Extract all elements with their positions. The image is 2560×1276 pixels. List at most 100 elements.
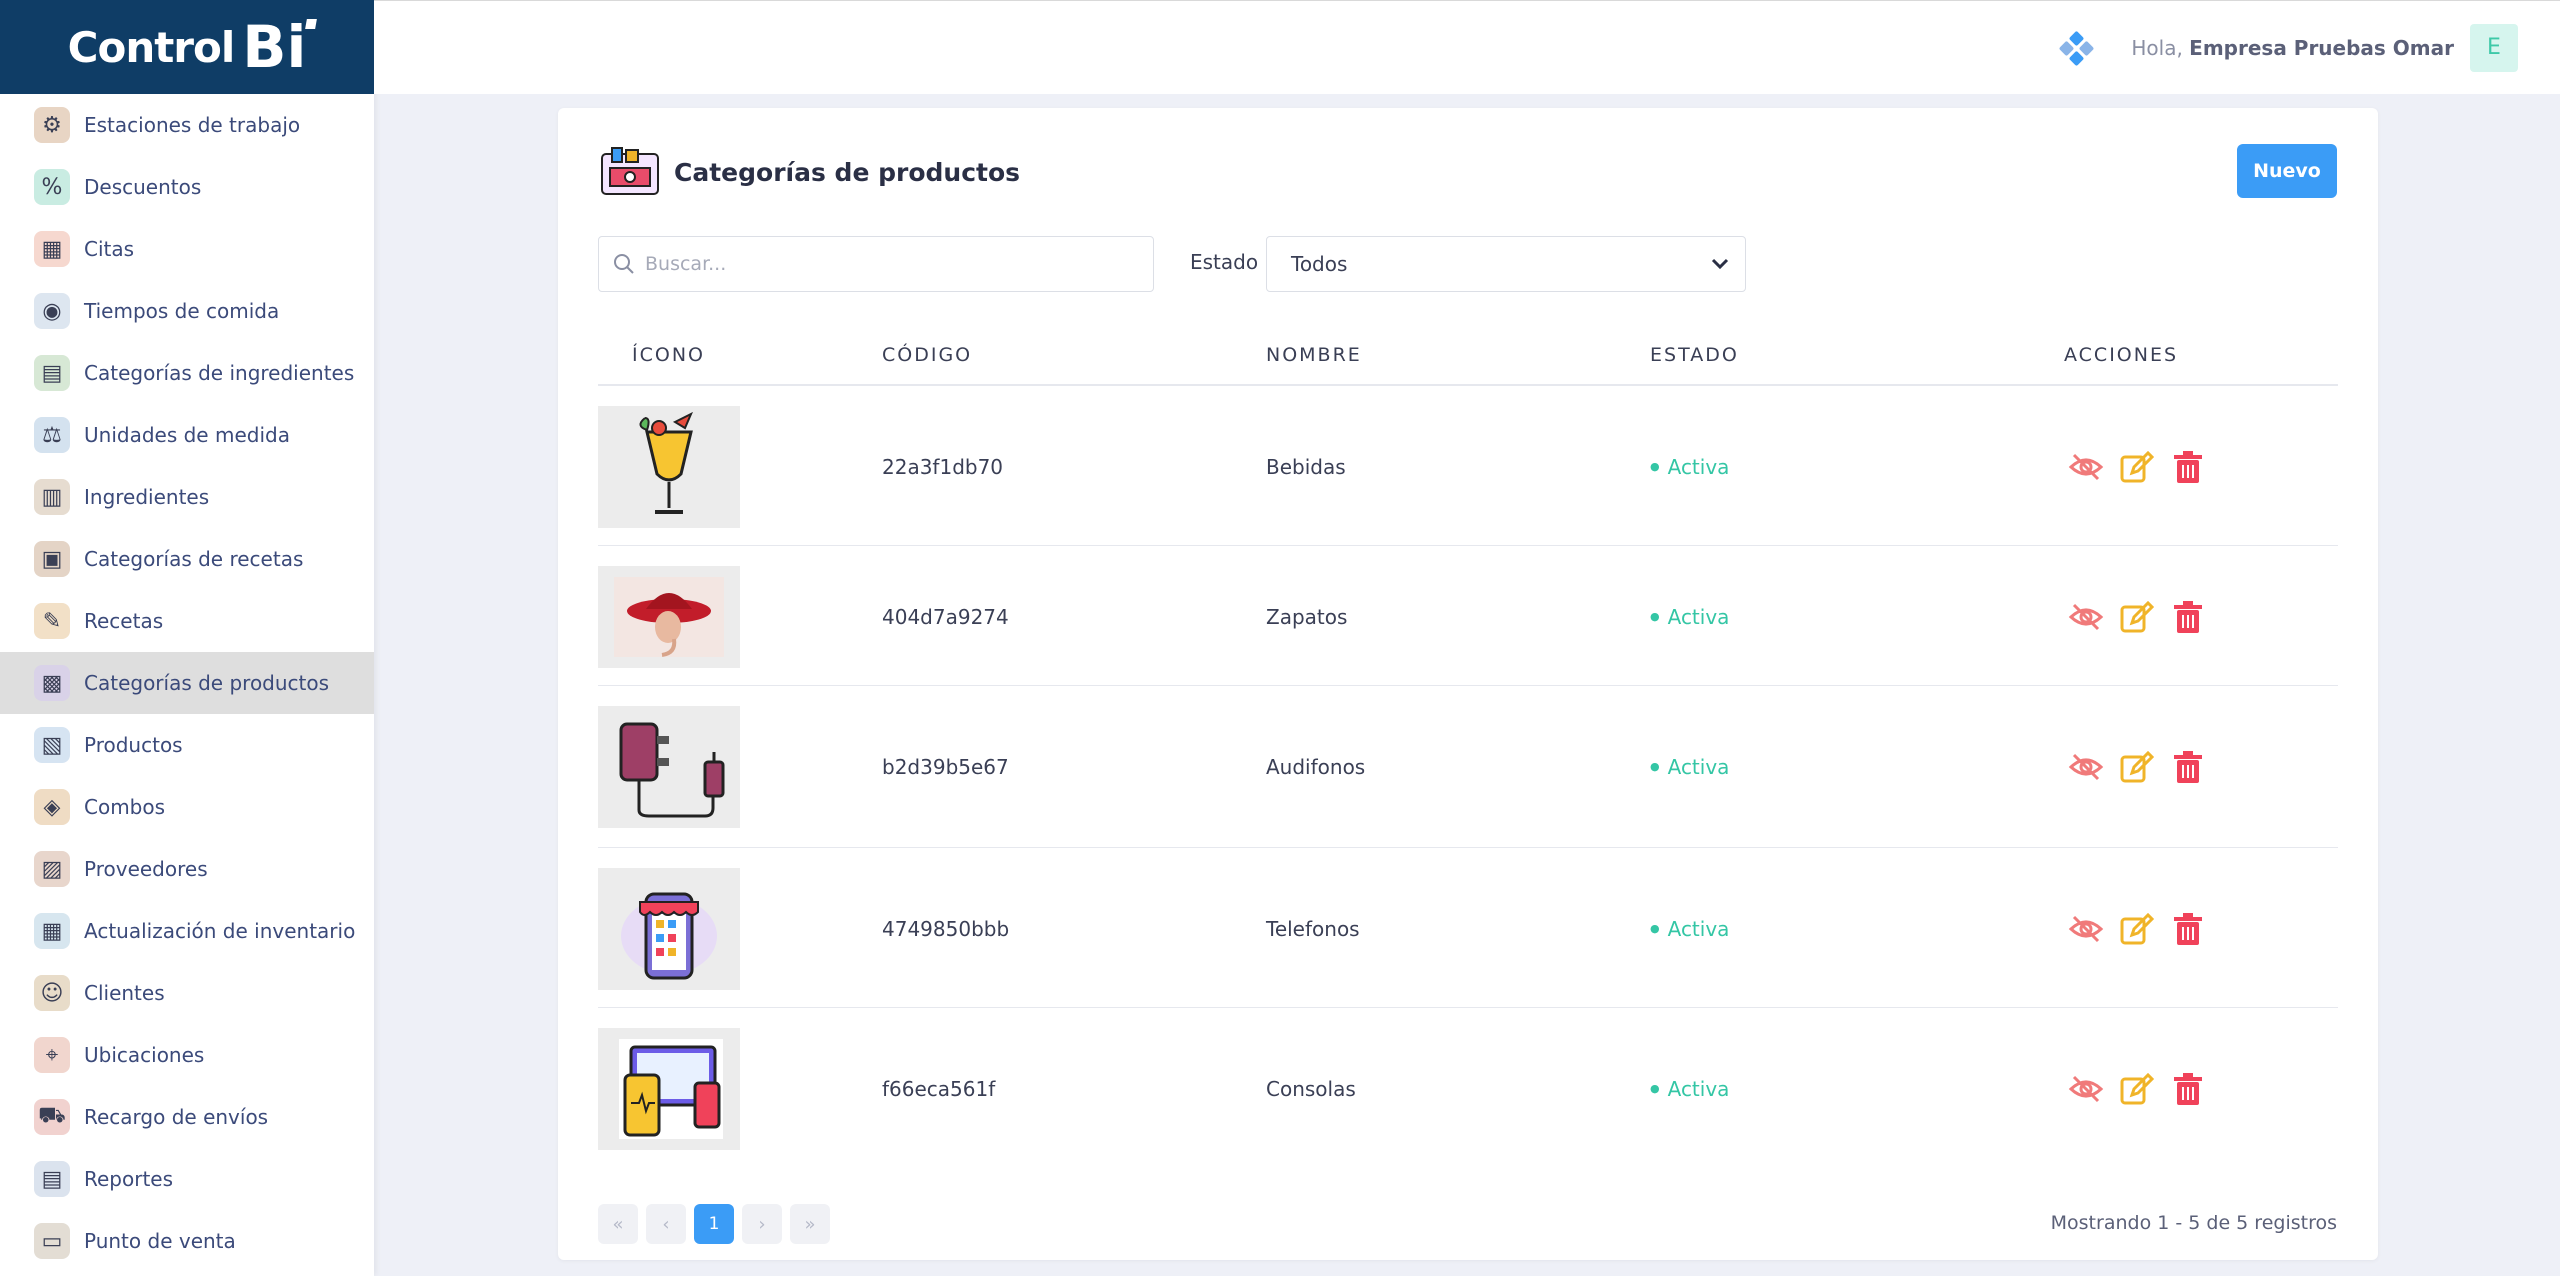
sidebar-item[interactable]: ▥ Ingredientes (0, 466, 374, 528)
status-badge: Activa (1650, 455, 1730, 479)
sidebar-item-label: Unidades de medida (84, 423, 290, 447)
sidebar-item[interactable]: ⛟ Recargo de envíos (0, 1086, 374, 1148)
next-page-button[interactable]: › (742, 1204, 782, 1244)
current-page-button[interactable]: 1 (694, 1204, 734, 1244)
sidebar-item[interactable]: ⌖ Ubicaciones (0, 1024, 374, 1086)
status-filter-select[interactable]: Todos (1266, 236, 1746, 292)
category-name: Audifonos (1266, 755, 1366, 779)
toggle-visibility-icon[interactable] (2068, 599, 2104, 635)
search-icon (614, 254, 634, 274)
category-name: Bebidas (1266, 455, 1346, 479)
toggle-visibility-icon[interactable] (2068, 911, 2104, 947)
cocktail-icon (598, 406, 740, 528)
sidebar-item-label: Reportes (84, 1167, 174, 1191)
recipe-icon: ✎ (34, 603, 70, 639)
sidebar-item[interactable]: ◉ Tiempos de comida (0, 280, 374, 342)
new-button[interactable]: Nuevo (2237, 144, 2337, 198)
products-icon: ▧ (34, 727, 70, 763)
category-code: 4749850bbb (882, 917, 1010, 941)
sidebar-item[interactable]: ▭ Punto de venta (0, 1210, 374, 1272)
combo-icon: ◈ (34, 789, 70, 825)
inventory-icon: ▦ (34, 913, 70, 949)
ingredients-icon: ▥ (34, 479, 70, 515)
sidebar-item-label: Descuentos (84, 175, 202, 199)
toggle-visibility-icon[interactable] (2068, 749, 2104, 785)
user-greeting: Hola, Empresa Pruebas Omar (2131, 35, 2454, 60)
product-category-icon (601, 147, 659, 195)
status-filter-label: Estado (1190, 250, 1259, 274)
sidebar-item-label: Actualización de inventario (84, 919, 356, 943)
sidebar-item[interactable]: ▨ Proveedores (0, 838, 374, 900)
category-code: 404d7a9274 (882, 605, 1009, 629)
delete-icon[interactable] (2170, 911, 2206, 947)
sidebar-item[interactable]: ☺ Clientes (0, 962, 374, 1024)
sidebar-item[interactable]: ▦ Actualización de inventario (0, 900, 374, 962)
prev-page-button[interactable]: ‹ (646, 1204, 686, 1244)
header-status: ESTADO (1650, 344, 1739, 366)
sidebar-item-label: Categorías de ingredientes (84, 361, 355, 385)
delete-icon[interactable] (2170, 749, 2206, 785)
chevron-down-icon (1711, 258, 1729, 270)
avatar[interactable]: E (2470, 23, 2518, 72)
sidebar-item[interactable]: ▧ Productos (0, 714, 374, 776)
status-badge: Activa (1650, 1077, 1730, 1101)
sidebar-nav: ⚙ Estaciones de trabajo% Descuentos ▦ Citas ◉… (0, 94, 374, 1272)
sidebar-item-label: Productos (84, 733, 183, 757)
logo-bi: Bi (242, 13, 307, 81)
sidebar-item[interactable]: ▣ Categorías de recetas (0, 528, 374, 590)
user-name: Empresa Pruebas Omar (2189, 35, 2454, 60)
table-row: b2d39b5e67 Audifonos Activa (598, 686, 2338, 848)
recipe-book-icon: ▣ (34, 541, 70, 577)
sidebar-item-label: Punto de venta (84, 1229, 236, 1253)
ingredients-category-icon: ▤ (34, 355, 70, 391)
header-code: CÓDIGO (882, 344, 973, 366)
delivery-icon: ⛟ (34, 1099, 70, 1135)
edit-icon[interactable] (2118, 911, 2155, 947)
sidebar-item[interactable]: ✎ Recetas (0, 590, 374, 652)
last-page-button[interactable]: » (790, 1204, 830, 1244)
delete-icon[interactable] (2170, 1071, 2206, 1107)
search-box[interactable] (598, 236, 1154, 292)
sidebar-item[interactable]: ▦ Citas (0, 218, 374, 280)
app-launcher-icon[interactable] (2059, 30, 2095, 66)
category-name: Telefonos (1266, 917, 1360, 941)
edit-icon[interactable] (2118, 599, 2155, 635)
edit-icon[interactable] (2118, 749, 2155, 785)
toggle-visibility-icon[interactable] (2068, 449, 2104, 485)
sidebar-item[interactable]: ▤ Categorías de ingredientes (0, 342, 374, 404)
table-header: ÍCONO CÓDIGO NOMBRE ESTADO ACCIONES (598, 334, 2338, 386)
workstation-icon: ⚙ (34, 107, 70, 143)
logo[interactable]: Control Bi (0, 0, 374, 94)
discount-icon: % (34, 169, 70, 205)
clients-icon: ☺ (34, 975, 70, 1011)
sidebar-item-label: Recetas (84, 609, 164, 633)
search-input[interactable] (645, 253, 1125, 275)
sidebar-item[interactable]: ▤ Reportes (0, 1148, 374, 1210)
category-code: 22a3f1db70 (882, 455, 1004, 479)
first-page-button[interactable]: « (598, 1204, 638, 1244)
sidebar-item-label: Categorías de recetas (84, 547, 304, 571)
toggle-visibility-icon[interactable] (2068, 1071, 2104, 1107)
location-icon: ⌖ (34, 1037, 70, 1073)
devices-icon (598, 1028, 740, 1150)
sidebar-item[interactable]: ▩ Categorías de productos (0, 652, 374, 714)
sidebar-item-label: Proveedores (84, 857, 208, 881)
delete-icon[interactable] (2170, 449, 2206, 485)
status-badge: Activa (1650, 605, 1730, 629)
sidebar-item-label: Ingredientes (84, 485, 210, 509)
sidebar-item-label: Estaciones de trabajo (84, 113, 301, 137)
page-title: Categorías de productos (674, 157, 1021, 187)
sidebar-item[interactable]: ⚖ Unidades de medida (0, 404, 374, 466)
category-name: Zapatos (1266, 605, 1348, 629)
sidebar-item[interactable]: % Descuentos (0, 156, 374, 218)
edit-icon[interactable] (2118, 449, 2155, 485)
calendar-icon: ▦ (34, 231, 70, 267)
sidebar-item[interactable]: ◈ Combos (0, 776, 374, 838)
category-code: b2d39b5e67 (882, 755, 1009, 779)
pagination-summary: Mostrando 1 - 5 de 5 registros (2050, 1212, 2337, 1234)
page-header: Categorías de productos (598, 144, 1020, 200)
woman-hat-photo (598, 566, 740, 668)
delete-icon[interactable] (2170, 599, 2206, 635)
edit-icon[interactable] (2118, 1071, 2155, 1107)
sidebar-item[interactable]: ⚙ Estaciones de trabajo (0, 94, 374, 156)
